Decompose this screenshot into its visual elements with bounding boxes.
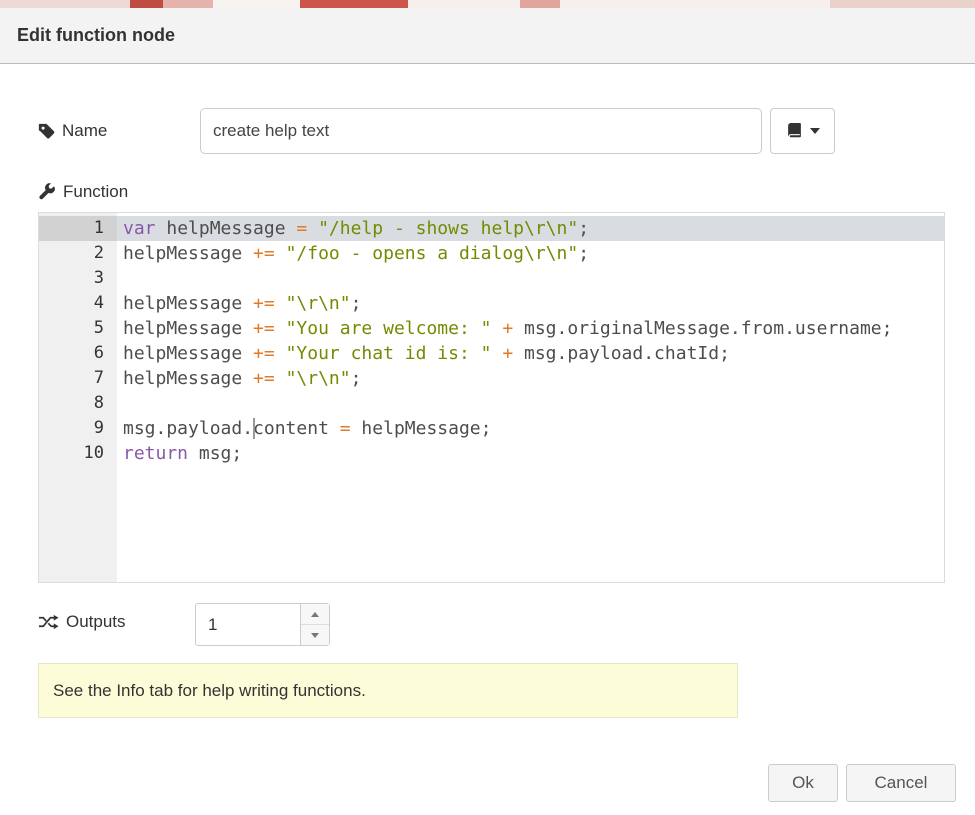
ok-button[interactable]: Ok	[768, 764, 838, 802]
triangle-up-icon	[311, 612, 319, 617]
line-number: 8	[39, 391, 117, 416]
name-label-text: Name	[62, 121, 107, 141]
line-number: 6	[39, 341, 117, 366]
shuffle-icon	[38, 614, 59, 630]
code-line[interactable]: msg.payload.content = helpMessage;	[117, 416, 944, 441]
code-line[interactable]: var helpMessage = "/help - shows help\r\…	[117, 216, 944, 241]
line-number: 4	[39, 291, 117, 316]
line-number: 9	[39, 416, 117, 441]
code-line[interactable]	[117, 266, 944, 291]
code-line[interactable]: helpMessage += "You are welcome: " + msg…	[117, 316, 944, 341]
code-line[interactable]: helpMessage += "\r\n";	[117, 291, 944, 316]
function-label: Function	[38, 182, 128, 202]
dialog-header: Edit function node	[0, 8, 975, 64]
name-label: Name	[38, 121, 107, 141]
library-button[interactable]	[770, 108, 835, 154]
line-number: 2	[39, 241, 117, 266]
code-lines: var helpMessage = "/help - shows help\r\…	[117, 213, 944, 582]
name-input[interactable]	[200, 108, 762, 154]
outputs-input[interactable]	[196, 604, 300, 645]
code-editor[interactable]: 12345678910 var helpMessage = "/help - s…	[38, 212, 945, 583]
code-line[interactable]: helpMessage += "\r\n";	[117, 366, 944, 391]
info-text: See the Info tab for help writing functi…	[53, 681, 366, 701]
gutter: 12345678910	[39, 213, 117, 582]
stepper-down-button[interactable]	[301, 624, 329, 645]
line-number: 7	[39, 366, 117, 391]
edit-function-dialog: Edit function node Name Function 1234567…	[0, 8, 975, 815]
line-number: 3	[39, 266, 117, 291]
dialog-title: Edit function node	[17, 25, 175, 46]
stepper-up-button[interactable]	[301, 604, 329, 624]
triangle-down-icon	[311, 633, 319, 638]
chevron-down-icon	[810, 128, 820, 134]
stepper-buttons	[300, 604, 329, 645]
code-line[interactable]: helpMessage += "Your chat id is: " + msg…	[117, 341, 944, 366]
outputs-label: Outputs	[38, 612, 126, 632]
code-line[interactable]	[117, 391, 944, 416]
code-line[interactable]: helpMessage += "/foo - opens a dialog\r\…	[117, 241, 944, 266]
cancel-button[interactable]: Cancel	[846, 764, 956, 802]
line-number: 5	[39, 316, 117, 341]
screen: Edit function node Name Function 1234567…	[0, 0, 975, 815]
tag-icon	[38, 123, 55, 140]
wrench-icon	[38, 183, 56, 201]
info-box: See the Info tab for help writing functi…	[38, 663, 738, 718]
line-number: 1	[39, 216, 117, 241]
outputs-label-text: Outputs	[66, 612, 126, 632]
line-number: 10	[39, 441, 117, 466]
book-icon	[786, 123, 803, 140]
function-label-text: Function	[63, 182, 128, 202]
outputs-stepper	[195, 603, 330, 646]
text-cursor	[253, 418, 255, 439]
code-line[interactable]: return msg;	[117, 441, 944, 466]
